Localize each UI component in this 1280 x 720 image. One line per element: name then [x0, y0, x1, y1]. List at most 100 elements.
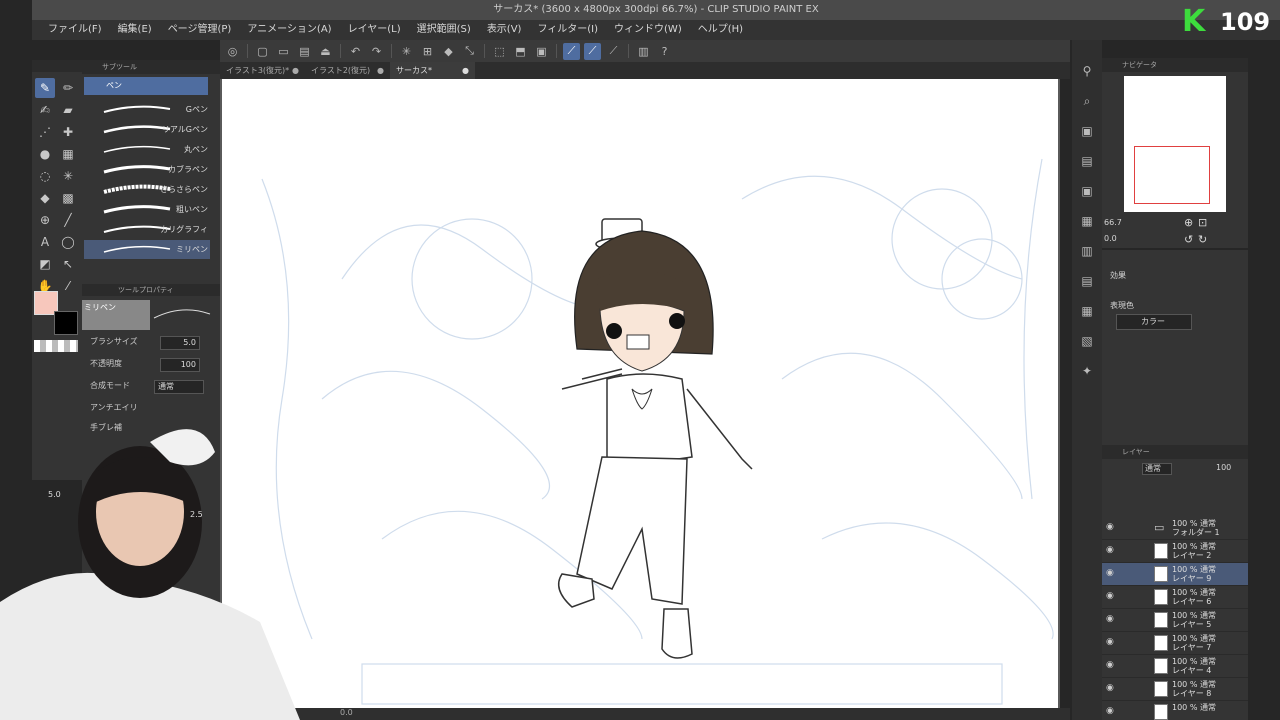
eye-icon[interactable]: ◉: [1106, 660, 1114, 670]
menu-view[interactable]: 表示(V): [479, 20, 530, 40]
ruler-tool-icon[interactable]: ◩: [35, 254, 55, 274]
history-icon[interactable]: ▤: [1078, 152, 1096, 170]
select-tool-icon[interactable]: ⋰: [35, 122, 55, 142]
move-tool-icon[interactable]: ✚: [58, 122, 78, 142]
eye-icon[interactable]: ◉: [1106, 706, 1114, 716]
layer-row-selected[interactable]: ◉ 100 % 通常 レイヤー 9: [1102, 563, 1248, 586]
layer-blend-select[interactable]: 通常: [1142, 463, 1172, 475]
navigator-viewport[interactable]: [1134, 146, 1210, 204]
display-color-select[interactable]: カラー: [1116, 314, 1192, 330]
menu-window[interactable]: ウィンドウ(W): [606, 20, 690, 40]
deselect-icon[interactable]: ⬚: [491, 43, 508, 60]
menu-layer[interactable]: レイヤー(L): [340, 20, 409, 40]
tab-circus[interactable]: サーカス* ●: [390, 62, 475, 79]
brush-calligraphy[interactable]: カリグラフィ: [84, 220, 210, 239]
brush-g-pen[interactable]: Gペン: [84, 100, 210, 119]
subtool-group-pen[interactable]: ペン: [84, 77, 208, 95]
image-material-icon[interactable]: ▧: [1078, 332, 1096, 350]
menu-page[interactable]: ページ管理(P): [160, 20, 240, 40]
search-icon[interactable]: ⌕: [1078, 92, 1096, 110]
grid-tool-icon[interactable]: ▦: [58, 144, 78, 164]
menu-file[interactable]: ファイル(F): [40, 20, 110, 40]
drawing-canvas[interactable]: [222, 79, 1058, 710]
layer-row[interactable]: ◉ 100 % 通常 レイヤー 4: [1102, 655, 1248, 678]
operation-tool-icon[interactable]: ⊕: [35, 210, 55, 230]
snap-ruler-icon[interactable]: ⟋: [563, 42, 580, 60]
brush-maru-pen[interactable]: 丸ペン: [84, 140, 210, 159]
layer-row[interactable]: ◉ 100 % 通常 レイヤー 2: [1102, 540, 1248, 563]
layer-row[interactable]: ◉ 100 % 通常 レイヤー 8: [1102, 678, 1248, 701]
snap-special-ruler-icon[interactable]: ⟋: [584, 42, 601, 60]
new-file-icon[interactable]: ▢: [254, 43, 271, 60]
lasso-tool-icon[interactable]: ◌: [35, 166, 55, 186]
undo-icon[interactable]: ↶: [347, 43, 364, 60]
brush-sarasara-pen[interactable]: さらさらペン: [84, 180, 210, 199]
layer-property-icon[interactable]: ▣: [1078, 122, 1096, 140]
pen-tool-icon[interactable]: ✎: [35, 78, 55, 98]
transparent-color-swatch[interactable]: [34, 340, 78, 352]
eye-icon[interactable]: ◉: [1106, 591, 1114, 601]
eyedropper-icon[interactable]: ⁄: [58, 276, 78, 296]
navigator-preview[interactable]: [1124, 76, 1226, 212]
material-icon[interactable]: ⚲: [1078, 62, 1096, 80]
pencil-tool-icon[interactable]: ✏: [58, 78, 78, 98]
auto-action-icon[interactable]: ▣: [1078, 182, 1096, 200]
redo-icon[interactable]: ↷: [368, 43, 385, 60]
settings-icon[interactable]: ▥: [635, 43, 652, 60]
layer-row[interactable]: ◉ 100 % 通常 レイヤー 7: [1102, 632, 1248, 655]
clip-studio-icon[interactable]: ◎: [224, 43, 241, 60]
eraser-tool-icon[interactable]: ▰: [58, 100, 78, 120]
line-tool-icon[interactable]: ╱: [58, 210, 78, 230]
transform-icon[interactable]: ⤡: [461, 43, 478, 60]
menu-help[interactable]: ヘルプ(H): [690, 20, 751, 40]
layer-opacity-field[interactable]: 100: [1216, 463, 1244, 475]
eye-icon[interactable]: ◉: [1106, 637, 1114, 647]
rotate-left-icon[interactable]: ↺: [1184, 233, 1193, 246]
sub-view-icon[interactable]: ▦: [1078, 212, 1096, 230]
export-icon[interactable]: ⏏: [317, 43, 334, 60]
menu-filter[interactable]: フィルター(I): [529, 20, 606, 40]
eye-icon[interactable]: ◉: [1106, 522, 1114, 532]
layer-row[interactable]: ◉ 100 % 通常 レイヤー 5: [1102, 609, 1248, 632]
material-library-icon[interactable]: ▦: [1078, 302, 1096, 320]
tab-illust3[interactable]: イラスト3(復元)* ●: [220, 62, 305, 79]
gradient-tool-icon[interactable]: ▩: [58, 188, 78, 208]
layer-row[interactable]: ◉ 100 % 通常 レイヤー 6: [1102, 586, 1248, 609]
blend-tool-icon[interactable]: ●: [35, 144, 55, 164]
brush-tool-icon[interactable]: ✍: [35, 100, 55, 120]
eye-icon[interactable]: ◉: [1106, 545, 1114, 555]
navigator-zoom[interactable]: 66.7: [1104, 218, 1144, 230]
menu-edit[interactable]: 編集(E): [110, 20, 160, 40]
clear-outside-icon[interactable]: ⊞: [419, 43, 436, 60]
blend-mode-select[interactable]: 通常: [154, 380, 204, 394]
tab-illust2[interactable]: イラスト2(復元) ●: [305, 62, 390, 79]
brush-size-field[interactable]: 5.0: [160, 336, 200, 350]
fill-tool-icon[interactable]: ◆: [35, 188, 55, 208]
eye-icon[interactable]: ◉: [1106, 568, 1114, 578]
eye-icon[interactable]: ◉: [1106, 614, 1114, 624]
opacity-field[interactable]: 100: [160, 358, 200, 372]
save-icon[interactable]: ▤: [296, 43, 313, 60]
help-icon[interactable]: ?: [656, 43, 673, 60]
color-set-icon[interactable]: ▤: [1078, 272, 1096, 290]
brush-milli-pen[interactable]: ミリペン: [84, 240, 210, 259]
menu-selection[interactable]: 選択範囲(S): [409, 20, 479, 40]
brush-real-g-pen[interactable]: リアルGペン: [84, 120, 210, 139]
layer-row-folder[interactable]: ◉ ▭ 100 % 通常 フォルダー 1: [1102, 517, 1248, 540]
eye-icon[interactable]: ◉: [1106, 683, 1114, 693]
layer-row[interactable]: ◉ 100 % 通常: [1102, 701, 1248, 720]
fit-window-icon[interactable]: ⊡: [1198, 216, 1207, 229]
close-icon[interactable]: ●: [462, 62, 469, 79]
rotate-right-icon[interactable]: ↻: [1198, 233, 1207, 246]
invert-icon[interactable]: ▣: [533, 43, 550, 60]
pose-icon[interactable]: ✦: [1078, 362, 1096, 380]
clear-icon[interactable]: ✳: [398, 43, 415, 60]
navigator-rotate[interactable]: 0.0: [1104, 234, 1144, 246]
brush-kabura-pen[interactable]: カブラペン: [84, 160, 210, 179]
item-bank-icon[interactable]: ▥: [1078, 242, 1096, 260]
text-tool-icon[interactable]: A: [35, 232, 55, 252]
close-icon[interactable]: ●: [377, 62, 384, 79]
brush-rough-pen[interactable]: 粗いペン: [84, 200, 210, 219]
sub-color-swatch[interactable]: [54, 311, 78, 335]
fill-icon[interactable]: ◆: [440, 43, 457, 60]
